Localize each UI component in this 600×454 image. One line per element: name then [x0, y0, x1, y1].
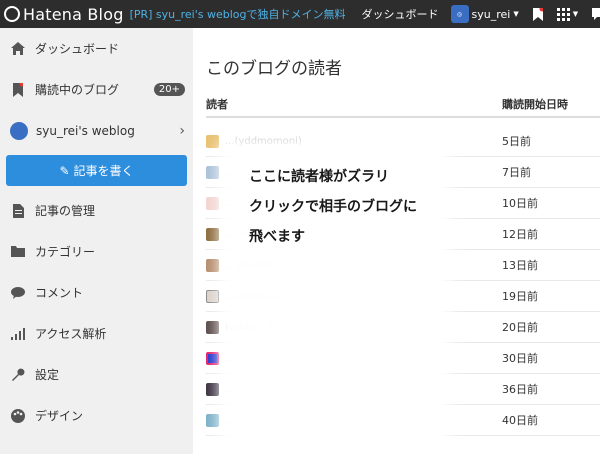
annotation-overlay: ここに読者様がズラリ クリックで相手のブログに 飛べます: [229, 150, 441, 454]
palette-icon: [10, 408, 26, 424]
sidebar-item-dashboard[interactable]: ダッシュボード: [0, 28, 193, 69]
subscribe-date: 13日前: [502, 259, 538, 272]
sidebar-item-categories[interactable]: カテゴリー: [0, 231, 193, 272]
table-header: 読者 購読開始日時: [206, 92, 600, 118]
user-avatar: ◎: [450, 5, 469, 23]
caret-down-icon: ▼: [513, 10, 519, 18]
wrench-icon: [10, 367, 26, 383]
annotation-line-1: ここに読者様がズラリ: [249, 169, 389, 185]
reader-avatar: [206, 196, 219, 210]
user-menu[interactable]: ◎ syu_rei ▼: [450, 5, 519, 23]
reader-avatar: [206, 289, 219, 303]
column-header-reader: 読者: [206, 98, 228, 111]
sidebar-item-label: 記事の管理: [35, 204, 96, 218]
reader-avatar: [206, 227, 219, 241]
sidebar-item-comments[interactable]: コメント: [0, 272, 193, 313]
reader-avatar: [206, 320, 219, 334]
write-article-label: 記事を書く: [73, 164, 134, 178]
sidebar-item-label: syu_rei's weblog: [36, 123, 135, 138]
sidebar-item-label: カテゴリー: [35, 245, 96, 259]
reader-avatar: [206, 134, 219, 148]
sidebar-item-subscriptions[interactable]: 購読中のブログ 20+: [0, 69, 193, 110]
subscribe-date: 40日前: [502, 414, 538, 427]
sidebar-item-articles[interactable]: 記事の管理: [0, 190, 193, 231]
sidebar-item-label: デザイン: [35, 409, 84, 423]
username: syu_rei: [471, 7, 511, 21]
annotation-line-2: クリックで相手のブログに: [249, 199, 417, 215]
sidebar-item-settings[interactable]: 設定: [0, 354, 193, 395]
subscribe-date: 12日前: [502, 228, 538, 241]
hatena-logo-icon: [4, 6, 20, 22]
edit-icon: ✎: [59, 163, 70, 178]
blog-avatar: [10, 121, 28, 140]
subscribe-date: 7日前: [502, 166, 531, 179]
subscribe-date: 36日前: [502, 383, 538, 396]
home-icon: [10, 41, 26, 57]
annotation-line-3: 飛べます: [249, 229, 305, 245]
write-article-button[interactable]: ✎ 記事を書く: [6, 155, 187, 186]
sidebar-item-label: アクセス解析: [35, 327, 107, 341]
reader-avatar: [206, 165, 219, 179]
column-header-date: 購読開始日時: [502, 98, 568, 111]
sidebar-item-analytics[interactable]: アクセス解析: [0, 313, 193, 354]
header-dashboard-link[interactable]: ダッシュボード: [362, 6, 439, 22]
reader-name[interactable]: ...(yddmomoni): [225, 136, 502, 147]
subscribe-date: 30日前: [502, 352, 538, 365]
document-icon: [10, 203, 26, 219]
sidebar-item-label: ダッシュボード: [35, 42, 120, 56]
sidebar-item-design[interactable]: デザイン: [0, 395, 193, 436]
reader-avatar: [206, 258, 219, 272]
bookmark-icon: [10, 82, 26, 98]
notification-bookmark-icon[interactable]: [532, 7, 543, 21]
sidebar-item-label: 設定: [35, 368, 60, 382]
subscribe-date: 20日前: [502, 321, 538, 334]
reader-avatar: [206, 382, 219, 396]
reader-avatar: [206, 351, 219, 365]
sidebar-item-blog[interactable]: syu_rei's weblog ›: [0, 110, 193, 151]
reader-avatar: [206, 413, 219, 427]
global-header: Hatena Blog [PR] syu_rei's weblogで独自ドメイン…: [0, 0, 600, 28]
subscribe-date: 19日前: [502, 290, 538, 303]
page-title: このブログの読者: [206, 59, 342, 79]
bar-chart-icon: [10, 326, 26, 342]
caret-down-icon: ▼: [572, 10, 579, 18]
apps-grid-icon[interactable]: ▼: [556, 7, 579, 21]
subscription-count-badge: 20+: [153, 83, 185, 96]
subscribe-date: 10日前: [502, 197, 538, 210]
chevron-right-icon: ›: [179, 122, 185, 139]
messages-icon[interactable]: ▼: [592, 8, 600, 20]
brand-title: Hatena Blog: [23, 4, 124, 24]
hatena-blog-logo[interactable]: Hatena Blog: [0, 0, 124, 28]
promo-link[interactable]: [PR] syu_rei's weblogで独自ドメイン無料: [130, 6, 346, 22]
sidebar-item-label: 購読中のブログ: [35, 83, 120, 97]
sidebar: ダッシュボード 購読中のブログ 20+ syu_rei's weblog › ✎…: [0, 28, 193, 454]
subscribe-date: 5日前: [502, 135, 531, 148]
folder-icon: [10, 244, 26, 260]
sidebar-item-label: コメント: [35, 286, 84, 300]
comment-icon: [10, 285, 26, 301]
